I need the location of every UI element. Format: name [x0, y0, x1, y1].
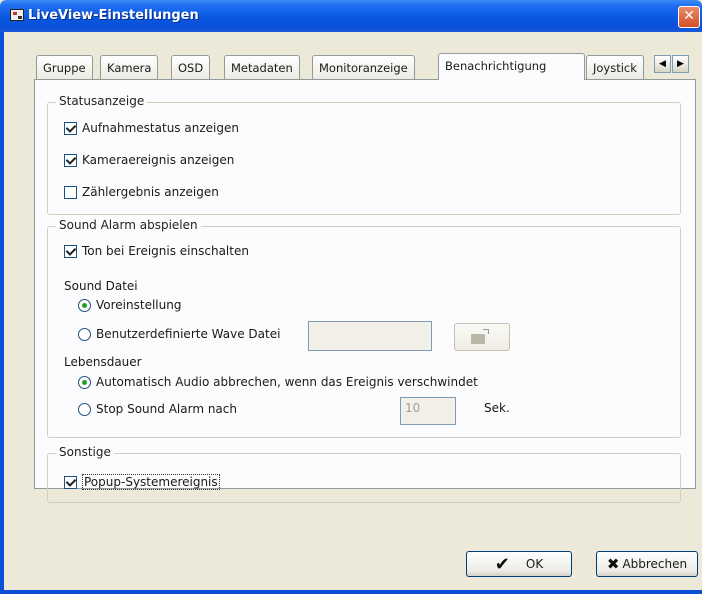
lifetime-label: Lebensdauer	[64, 355, 142, 369]
checkbox-checked-icon	[64, 153, 77, 167]
checkbox-checked-icon	[64, 121, 77, 135]
auto-stop-audio-radio[interactable]: Automatisch Audio abbrechen, wenn das Er…	[78, 375, 478, 389]
enable-sound-on-event-checkbox[interactable]: Ton bei Ereignis einschalten	[64, 244, 249, 258]
sound-custom-wave-label: Benutzerdefinierte Wave Datei	[96, 327, 281, 341]
radio-unselected-icon	[78, 402, 91, 416]
show-camera-event-label: Kameraereignis anzeigen	[82, 153, 235, 167]
checkmark-icon: ✔	[494, 553, 510, 575]
stop-after-seconds-input[interactable]: 10	[400, 397, 456, 425]
auto-stop-audio-label: Automatisch Audio abbrechen, wenn das Er…	[96, 375, 478, 389]
sound-alarm-group-legend: Sound Alarm abspielen	[56, 218, 201, 232]
other-group: Sonstige Popup-Systemereignis	[47, 445, 681, 503]
sound-custom-wave-radio[interactable]: Benutzerdefinierte Wave Datei	[78, 327, 280, 341]
other-group-legend: Sonstige	[56, 445, 114, 459]
sound-default-label: Voreinstellung	[96, 298, 182, 312]
popup-system-event-checkbox[interactable]: Popup-Systemereignis	[64, 474, 220, 490]
seconds-unit-label: Sek.	[484, 401, 510, 415]
status-group: Statusanzeige Aufnahmestatus anzeigen Ka…	[47, 94, 681, 215]
browse-wave-file-button[interactable]	[454, 323, 510, 351]
show-recording-status-checkbox[interactable]: Aufnahmestatus anzeigen	[64, 121, 239, 135]
ok-button-label: OK	[525, 557, 544, 571]
radio-selected-icon	[78, 375, 91, 389]
popup-system-event-label: Popup-Systemereignis	[82, 474, 220, 490]
tab-gruppe[interactable]: Gruppe	[36, 55, 93, 79]
tab-kamera[interactable]: Kamera	[100, 55, 159, 79]
sound-file-label: Sound Datei	[64, 279, 138, 293]
show-recording-status-label: Aufnahmestatus anzeigen	[82, 121, 239, 135]
tab-joystick[interactable]: Joystick	[586, 55, 644, 79]
stop-sound-after-label: Stop Sound Alarm nach	[96, 402, 237, 416]
title-bar[interactable]: LiveView-Einstellungen ✕	[0, 0, 702, 32]
window-frame-bottom	[0, 590, 702, 594]
sound-alarm-group: Sound Alarm abspielen Ton bei Ereignis e…	[47, 218, 681, 438]
tab-monitoranzeige[interactable]: Monitoranzeige	[312, 55, 415, 79]
checkbox-checked-icon	[64, 475, 77, 489]
app-icon	[10, 9, 24, 21]
sound-default-radio[interactable]: Voreinstellung	[78, 298, 181, 312]
folder-browse-icon	[471, 329, 489, 344]
custom-wave-file-input[interactable]	[308, 321, 432, 351]
checkbox-checked-icon	[64, 244, 77, 258]
enable-sound-on-event-label: Ton bei Ereignis einschalten	[82, 244, 249, 258]
tab-osd[interactable]: OSD	[171, 55, 211, 79]
cancel-button[interactable]: ✖ Abbrechen	[596, 551, 698, 577]
close-button[interactable]: ✕	[678, 6, 700, 28]
cancel-x-icon: ✖	[606, 555, 620, 573]
radio-unselected-icon	[78, 327, 91, 341]
tab-metadaten[interactable]: Metadaten	[224, 55, 300, 79]
cancel-button-label: Abbrechen	[622, 557, 688, 571]
show-camera-event-checkbox[interactable]: Kameraereignis anzeigen	[64, 153, 234, 167]
tab-benachrichtigung[interactable]: Benachrichtigung	[438, 53, 585, 80]
tab-scroll-left-icon[interactable]: ◀	[654, 55, 671, 73]
window-frame-left	[0, 32, 4, 594]
radio-selected-icon	[78, 298, 91, 312]
checkbox-unchecked-icon	[64, 185, 77, 199]
ok-button[interactable]: ✔ OK	[466, 551, 572, 577]
tab-scroll-right-icon[interactable]: ▶	[672, 55, 689, 73]
status-group-legend: Statusanzeige	[56, 94, 148, 108]
show-counter-result-checkbox[interactable]: Zählergebnis anzeigen	[64, 185, 219, 199]
stop-sound-after-radio[interactable]: Stop Sound Alarm nach	[78, 402, 237, 416]
tab-panel-benachrichtigung: Statusanzeige Aufnahmestatus anzeigen Ka…	[34, 79, 696, 503]
show-counter-result-label: Zählergebnis anzeigen	[82, 185, 219, 199]
window-title: LiveView-Einstellungen	[28, 8, 199, 23]
